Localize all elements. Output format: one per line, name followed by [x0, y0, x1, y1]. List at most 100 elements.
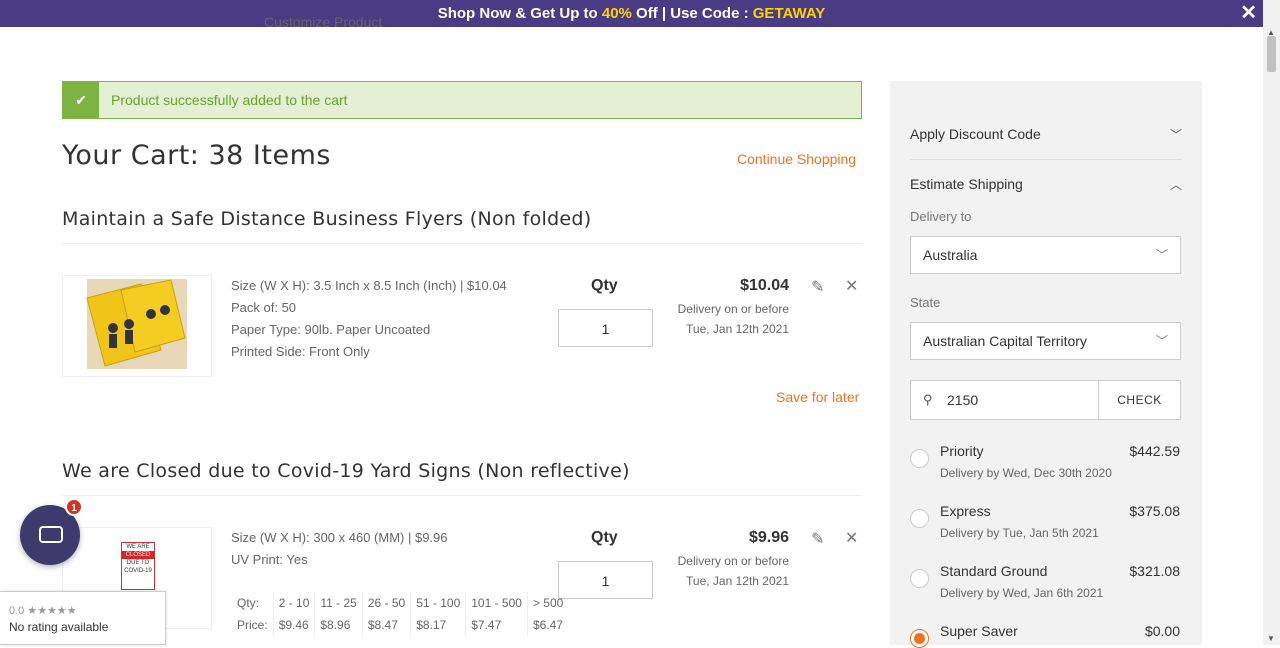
chevron-down-icon: ﹀ — [1169, 128, 1182, 142]
check-button[interactable]: CHECK — [1098, 381, 1180, 419]
delivery-label: Delivery on or before — [677, 302, 789, 316]
quantity-input[interactable]: 1 — [558, 561, 653, 599]
rating-score: 0.0 ★★★★★ — [9, 605, 77, 617]
sign-text-line: DUE TO — [126, 560, 150, 566]
success-alert: ✔ Product successfully added to the cart — [62, 81, 862, 119]
radio-button[interactable] — [910, 449, 929, 468]
promo-banner[interactable]: Shop Now & Get Up to 40% Off | Use Code … — [0, 0, 1263, 27]
shipping-option-cost: $321.08 — [1129, 563, 1180, 579]
scrollbar-thumb[interactable] — [1267, 36, 1276, 72]
promo-discount: 40% — [601, 5, 632, 22]
tier-price: $6.47 — [526, 614, 569, 636]
tier-range: 2 - 10 — [272, 592, 315, 614]
edit-icon[interactable]: ✎ — [811, 529, 824, 549]
customize-product-link[interactable]: Customize Product — [264, 14, 382, 30]
tier-range: 26 - 50 — [361, 592, 411, 614]
shipping-option-name: Express — [940, 503, 991, 519]
remove-icon[interactable]: ✕ — [845, 276, 858, 296]
flyer-thumbnail — [86, 279, 187, 369]
radio-button[interactable] — [910, 569, 929, 588]
item-printed-side: Printed Side: Front Only — [231, 344, 370, 359]
estimate-shipping-toggle[interactable]: Estimate Shipping ︿ — [910, 176, 1182, 192]
save-for-later-link[interactable]: Save for later — [776, 389, 859, 405]
item-title[interactable]: We are Closed due to Covid-19 Yard Signs… — [62, 460, 630, 482]
chat-widget-button[interactable]: 1 — [20, 498, 83, 565]
promo-code: GETAWAY — [752, 5, 826, 22]
tier-price: $7.47 — [465, 614, 528, 636]
unread-badge: 1 — [65, 498, 83, 516]
cart-summary-sidebar: Apply Discount Code ﹀ Estimate Shipping … — [890, 81, 1202, 648]
rating-widget[interactable]: 0.0 ★★★★★ No rating available — [0, 591, 166, 645]
item-details: Size (W X H): 300 x 460 (MM) | $9.96 UV … — [231, 527, 448, 571]
rating-text: No rating available — [9, 620, 109, 634]
item-price: $9.96 — [748, 529, 789, 546]
remove-icon[interactable]: ✕ — [845, 528, 858, 548]
continue-shopping-link[interactable]: Continue Shopping — [737, 151, 856, 167]
shipping-option-date: Delivery by Wed, Jan 6th 2021 — [940, 586, 1104, 600]
state-select[interactable]: Australian Capital Territory ﹀ — [910, 322, 1181, 360]
radio-button[interactable] — [910, 509, 929, 528]
item-title[interactable]: Maintain a Safe Distance Business Flyers… — [62, 208, 592, 230]
divider — [62, 243, 862, 244]
sign-text-line: WE ARE — [126, 544, 150, 550]
tier-price: $9.46 — [272, 614, 315, 636]
divider — [910, 159, 1182, 160]
chevron-down-icon: ﹀ — [1155, 334, 1168, 348]
delivery-date: Tue, Jan 12th 2021 — [686, 322, 789, 336]
promo-close-icon[interactable]: ✕ — [1240, 0, 1257, 27]
check-icon: ✔ — [63, 82, 99, 118]
scroll-down-arrow-icon[interactable]: ▼ — [1267, 634, 1275, 643]
edit-icon[interactable]: ✎ — [811, 277, 824, 297]
item-paper: Paper Type: 90lb. Paper Uncoated — [231, 322, 431, 337]
shipping-option-cost: $0.00 — [1144, 623, 1180, 639]
apply-discount-toggle[interactable]: Apply Discount Code ﹀ — [910, 126, 1182, 142]
tier-range: 11 - 25 — [314, 592, 363, 614]
tier-range: 51 - 100 — [410, 592, 466, 614]
shipping-option-cost: $442.59 — [1129, 443, 1180, 459]
product-image[interactable] — [62, 275, 212, 377]
item-pack: Pack of: 50 — [231, 300, 297, 315]
page-scrollbar[interactable]: ▲ ▼ — [1263, 0, 1280, 645]
tier-qty-label: Qty: — [237, 596, 260, 610]
apply-discount-label: Apply Discount Code — [910, 126, 1041, 142]
tier-range: > 500 — [526, 592, 569, 614]
tier-price: $8.17 — [410, 614, 466, 636]
sign-text-line: COVID-19 — [124, 568, 152, 574]
shipping-option-cost: $375.08 — [1129, 503, 1180, 519]
item-size: Size (W X H): 3.5 Inch x 8.5 Inch (Inch)… — [231, 278, 507, 293]
alert-message: Product successfully added to the cart — [111, 92, 348, 108]
tier-price-label: Price: — [237, 618, 268, 632]
shipping-option-date: Delivery by Wed, Dec 30th 2020 — [940, 466, 1112, 480]
delivery-date: Tue, Jan 12th 2021 — [686, 574, 789, 588]
tier-price: $8.47 — [361, 614, 411, 636]
tier-price: $8.96 — [314, 614, 363, 636]
divider — [62, 495, 862, 496]
item-size: Size (W X H): 300 x 460 (MM) | $9.96 — [231, 530, 448, 545]
sign-text-line: CLOSED — [122, 551, 154, 559]
delivery-to-label: Delivery to — [910, 209, 972, 224]
location-pin-icon: ⚲ — [923, 392, 933, 407]
promo-text-b: Off | Use Code : — [631, 5, 753, 22]
chevron-down-icon: ﹀ — [1155, 248, 1168, 262]
country-value: Australia — [923, 247, 978, 263]
state-value: Australian Capital Territory — [923, 333, 1087, 349]
shipping-option-date: Delivery by Tue, Jan 5th 2021 — [940, 526, 1099, 540]
qty-label: Qty — [591, 277, 618, 294]
country-select[interactable]: Australia ﹀ — [910, 236, 1181, 274]
price-tier-table: Qty: 2 - 10 11 - 25 26 - 50 51 - 100 101… — [231, 592, 569, 636]
qty-label: Qty — [591, 529, 618, 546]
estimate-shipping-label: Estimate Shipping — [910, 176, 1023, 192]
zip-code-field[interactable]: ⚲ 2150 CHECK — [910, 380, 1181, 420]
page-title: Your Cart: 38 Items — [62, 140, 331, 171]
promo-text-a: Shop Now & Get Up to — [437, 5, 602, 22]
chat-bubble-icon — [39, 526, 63, 543]
quantity-input[interactable]: 1 — [558, 309, 653, 347]
shipping-option-name: Standard Ground — [940, 563, 1048, 579]
item-price: $10.04 — [740, 277, 789, 294]
item-uv-print: UV Print: Yes — [231, 552, 308, 567]
zip-input[interactable]: 2150 — [947, 392, 978, 408]
item-delivery: Delivery on or before Tue, Jan 12th 2021 — [678, 551, 789, 591]
radio-button-selected[interactable] — [910, 629, 929, 648]
shipping-option-name: Priority — [940, 443, 984, 459]
shipping-option-name: Super Saver — [940, 623, 1018, 639]
